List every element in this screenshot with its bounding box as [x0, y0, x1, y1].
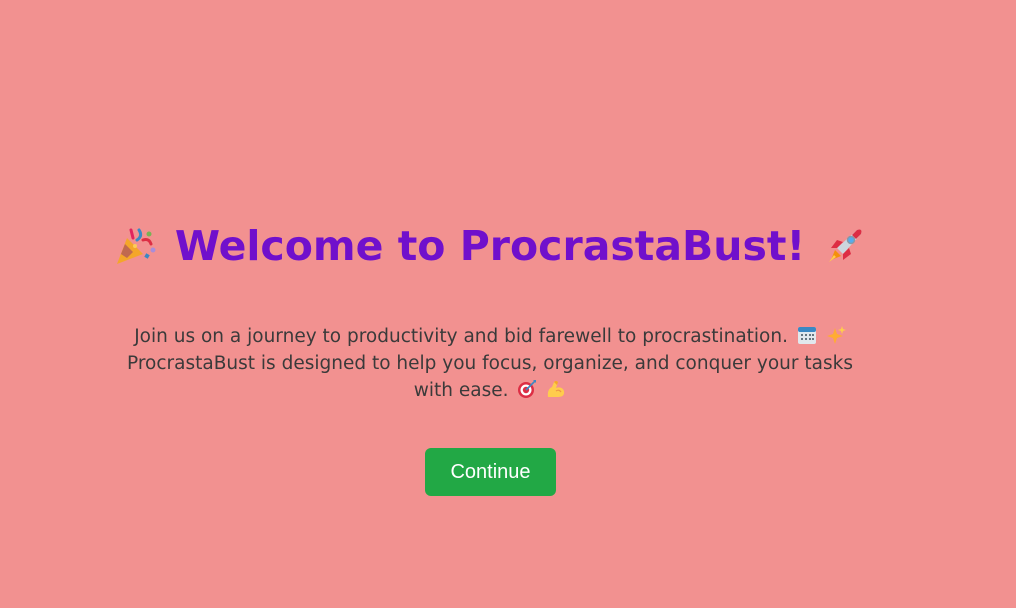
party-popper-icon	[113, 224, 157, 268]
continue-button[interactable]: Continue	[425, 448, 556, 496]
flexed-biceps-icon	[546, 379, 566, 399]
target-icon	[517, 379, 537, 399]
welcome-description: Join us on a journey to productivity and…	[118, 323, 862, 404]
description-text-1: Join us on a journey to productivity and…	[134, 326, 788, 347]
description-text-2: ProcrastaBust is designed to help you fo…	[127, 353, 853, 401]
page-title: Welcome to ProcrastaBust!	[174, 222, 806, 270]
welcome-heading: Welcome to ProcrastaBust!	[0, 222, 980, 270]
sparkles-icon	[826, 325, 846, 345]
welcome-card: Welcome to ProcrastaBust! Join us on a j…	[0, 0, 980, 608]
rocket-icon	[823, 224, 867, 268]
calendar-icon	[797, 325, 817, 345]
